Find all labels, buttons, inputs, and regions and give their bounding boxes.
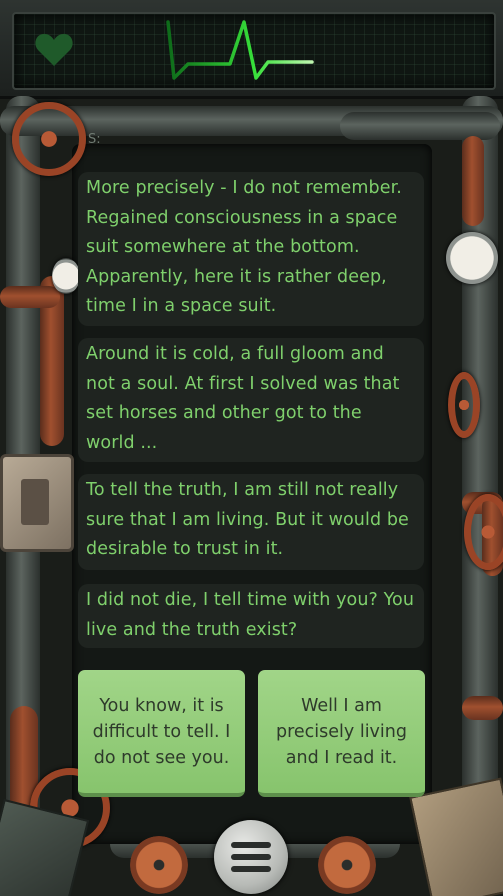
- message-bubble: More precisely - I do not remember. Rega…: [78, 172, 424, 326]
- reply-choice-button[interactable]: You know, it is difficult to tell. I do …: [78, 670, 245, 797]
- message-bubble: To tell the truth, I am still not really…: [78, 474, 424, 570]
- rusty-pipe: [462, 136, 484, 226]
- hamburger-icon-bar: [231, 854, 271, 860]
- gear-icon: [130, 836, 188, 894]
- rusty-pipe: [462, 696, 503, 720]
- valve-wheel-icon: [12, 102, 86, 176]
- message-bubble: Around it is cold, a full gloom and not …: [78, 338, 424, 462]
- menu-button[interactable]: [214, 820, 288, 894]
- pressure-gauge-icon: [52, 258, 80, 294]
- hamburger-icon-bar: [231, 866, 271, 872]
- reply-choice-label: You know, it is difficult to tell. I do …: [92, 695, 231, 768]
- message-text: More precisely - I do not remember. Rega…: [86, 178, 402, 316]
- pulse-line: [166, 20, 314, 80]
- message-text: Around it is cold, a full gloom and not …: [86, 344, 400, 453]
- gear-icon: [318, 836, 376, 894]
- monitor-screen: [12, 12, 496, 90]
- wooden-crate: [409, 777, 503, 896]
- speaker-label: S:: [88, 132, 101, 147]
- heartbeat-monitor: [0, 0, 503, 99]
- hamburger-icon: [231, 842, 271, 848]
- switch-box: [0, 454, 74, 552]
- reply-choice-button[interactable]: Well I am precisely living and I read it…: [258, 670, 425, 797]
- message-bubble: I did not die, I tell time with you? You…: [78, 584, 424, 648]
- reply-choice-label: Well I am precisely living and I read it…: [276, 695, 407, 768]
- message-text: To tell the truth, I am still not really…: [86, 480, 409, 559]
- valve-wheel-icon: [448, 372, 480, 438]
- message-text: I did not die, I tell time with you? You…: [86, 590, 415, 640]
- rusty-pipe: [0, 286, 60, 308]
- heart-icon: [35, 33, 73, 66]
- pressure-gauge-icon: [446, 232, 498, 284]
